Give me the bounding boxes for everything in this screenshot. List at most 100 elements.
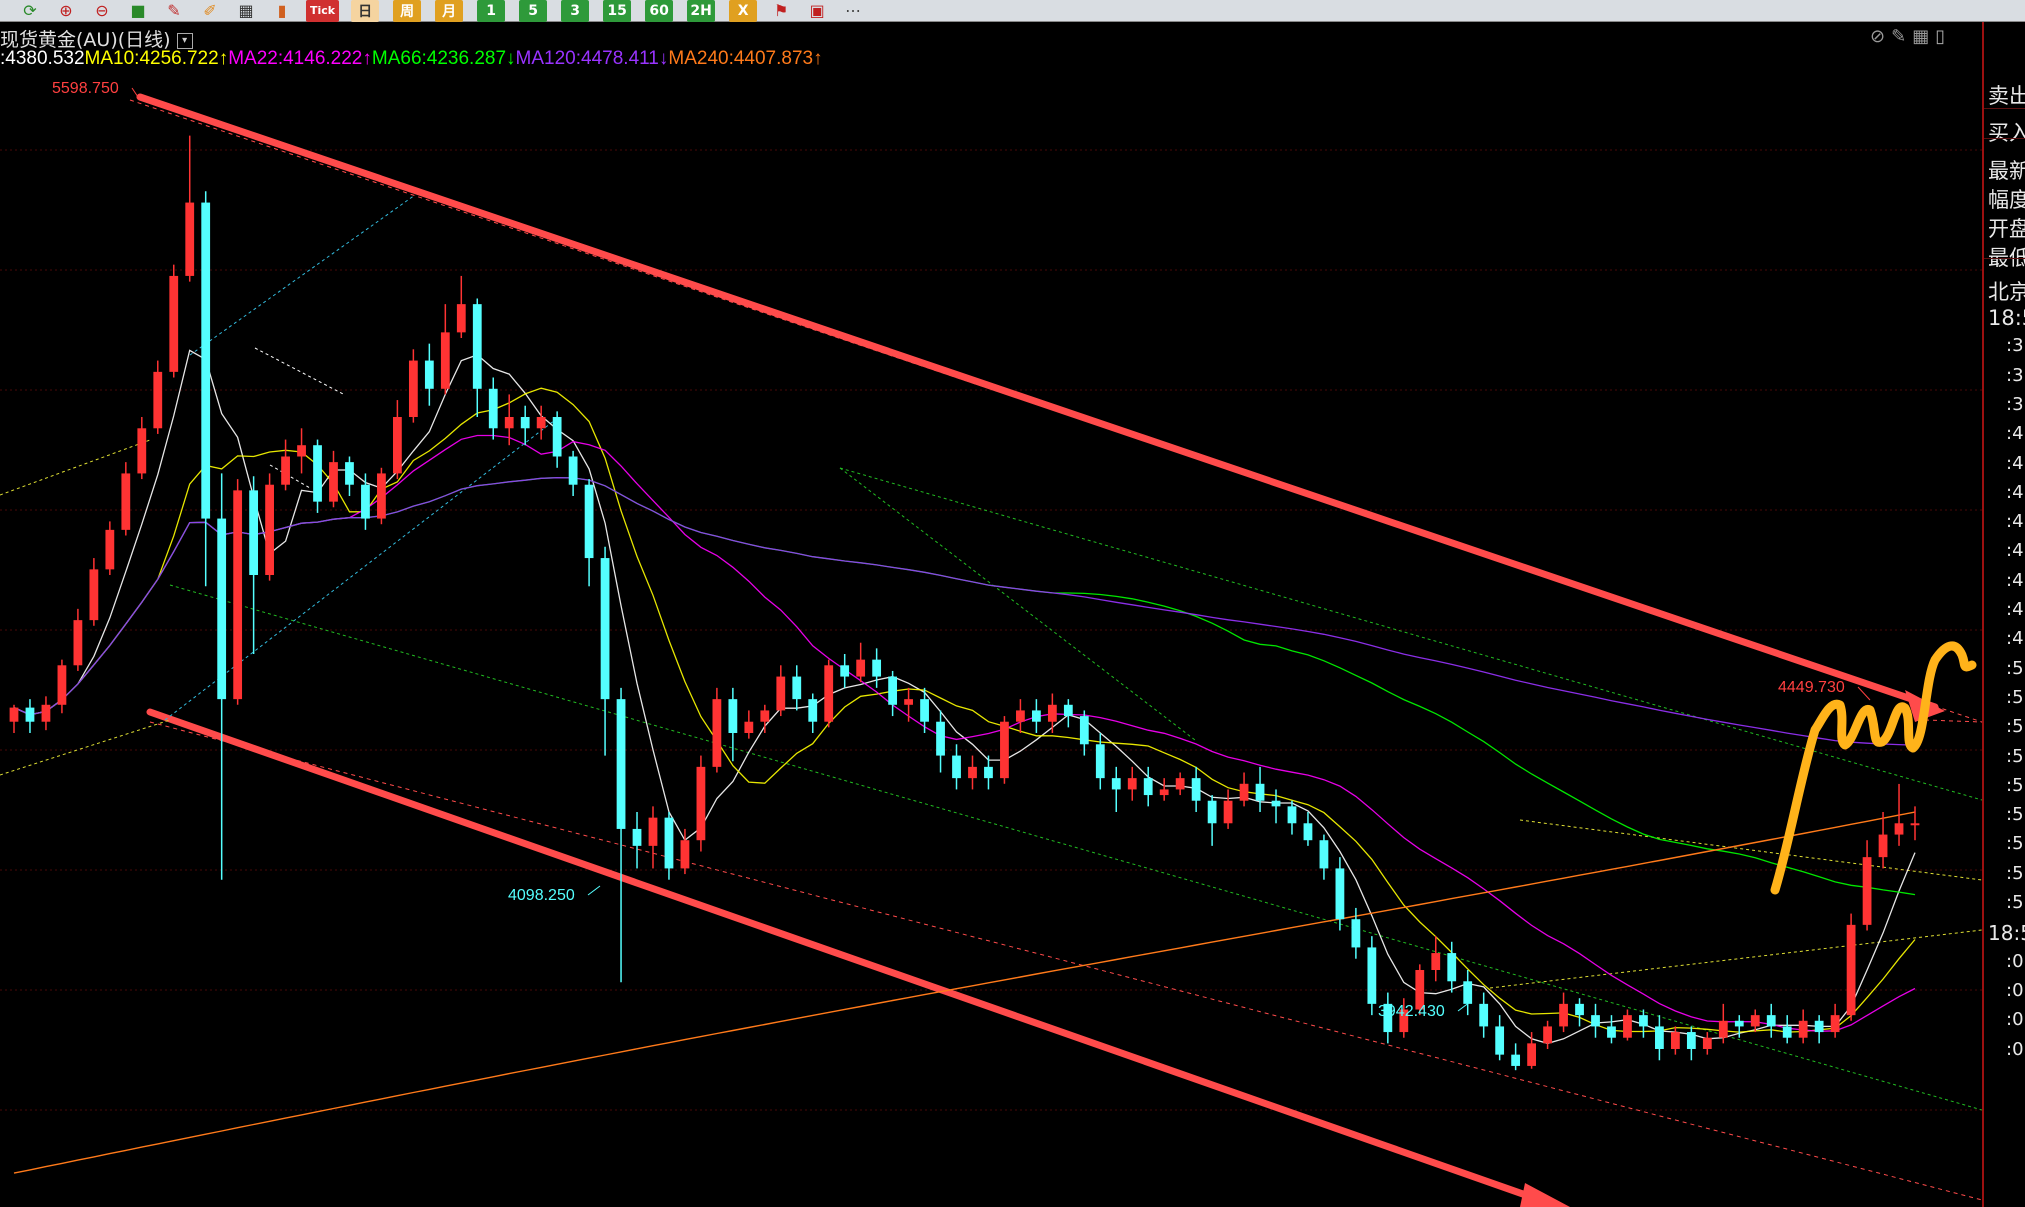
candle-body (201, 202, 211, 519)
candle-body (408, 360, 418, 417)
price-annotation-label: 3942.430 (1378, 1003, 1445, 1020)
candle-body (680, 840, 690, 869)
quote-side-panel: 卖出买入最新幅度开盘最低北京18:5:3:3:3:4:4:4:4:4:4:4:4… (1982, 22, 2025, 1207)
edit-icon[interactable]: ✎ (1891, 26, 1906, 47)
candle-body (1159, 789, 1169, 796)
zoom-in-icon[interactable]: ⊕ (54, 1, 78, 21)
period-button-7[interactable]: 60 (645, 0, 674, 22)
candle-body (1559, 1003, 1568, 1027)
period-button-5[interactable]: 3 (561, 0, 590, 22)
candle-body (1846, 924, 1856, 1016)
period-button-3[interactable]: 1 (477, 0, 506, 22)
candle-body (1639, 1015, 1648, 1027)
candle-body (744, 721, 754, 733)
candle-body (1319, 840, 1329, 869)
candle-body (1830, 1015, 1840, 1033)
tick-button[interactable]: Tick (306, 0, 340, 22)
side-panel-item: :0 (2006, 1038, 2024, 1060)
candle-body (89, 569, 99, 621)
bar-chart-icon[interactable]: ▮ (270, 1, 294, 21)
candle-body (249, 490, 259, 575)
candle-body (552, 417, 562, 457)
ma-legend-item: MA66:4236.287↓ (371, 48, 516, 69)
side-panel-item: :4 (2006, 511, 2024, 533)
period-button-1[interactable]: 周 (393, 0, 422, 22)
price-annotation-label: 4098.250 (508, 887, 575, 904)
candle-body (1016, 710, 1025, 722)
candle-body (1543, 1026, 1552, 1044)
side-panel-item: :5 (2006, 774, 2024, 796)
candlestick-chart[interactable]: 5598.750 4098.250 3942.430 4449.730 (0, 22, 1982, 1207)
grid-icon[interactable]: ▦ (1912, 26, 1929, 47)
candle-body (1463, 981, 1473, 1004)
side-panel-item: 卖出 (1988, 84, 2025, 108)
lower-channel-arrowhead (1520, 1183, 1570, 1207)
candle-body (1079, 716, 1089, 745)
period-button-8[interactable]: 2H (687, 0, 716, 22)
candle-body (984, 766, 993, 779)
refresh-icon[interactable]: ⟳ (18, 1, 42, 21)
panel-icon[interactable]: ▯ (1935, 26, 1945, 47)
candle-body (728, 699, 738, 733)
candle-body (536, 417, 546, 429)
period-button-2[interactable]: 月 (435, 0, 464, 22)
yellow-dotted-line-1 (0, 719, 171, 776)
side-panel-item: :4 (2006, 452, 2024, 474)
price-annotation-pointer (1857, 686, 1871, 701)
toolbar: ⟳ ⊕ ⊖ ■ ✎ ✐ ▦ ▮ Tick 日周月 1 5 3 15 60 2H X ⚑ ▣ ⋯ (0, 0, 2025, 22)
period-button-9[interactable]: X (729, 0, 758, 22)
candle-body (1894, 823, 1904, 835)
side-panel-item: :0 (2006, 1009, 2024, 1031)
lower-channel-line (146, 708, 1544, 1204)
green-square-icon[interactable]: ■ (126, 1, 150, 21)
ma-legend-item: :4380.532 (0, 48, 85, 69)
candle-body (440, 332, 450, 389)
candle-body (424, 360, 434, 389)
brush-icon[interactable]: ✐ (198, 1, 222, 21)
candle-body (1734, 1020, 1744, 1027)
candle-body (281, 456, 290, 485)
ma240-line (13, 811, 1916, 1174)
side-panel-item: :4 (2006, 599, 2024, 620)
candle-body (1000, 721, 1009, 779)
price-annotation-pointer (587, 885, 601, 896)
table-icon[interactable]: ▦ (234, 1, 258, 21)
candle-body (632, 828, 642, 846)
candle-body (41, 704, 51, 722)
candle-body (648, 817, 658, 846)
candle-body (185, 202, 195, 276)
side-panel-item: :5 (2006, 833, 2024, 855)
candle-body (760, 710, 770, 722)
cyan-dotted-line-1 (189, 194, 416, 356)
pen-icon[interactable]: ✎ (162, 1, 186, 21)
picture-icon[interactable]: ▣ (805, 1, 829, 21)
side-panel-item: 开盘 (1988, 217, 2025, 241)
side-panel-item: :4 (2006, 569, 2024, 591)
candle-body (137, 428, 147, 474)
candle-body (217, 518, 227, 700)
ma-legend-item: MA10:4256.722↑ (84, 48, 229, 69)
period-button-0[interactable]: 日 (351, 0, 380, 22)
candle-body (1495, 1026, 1505, 1055)
candle-body (472, 304, 482, 389)
side-panel-item: :5 (2006, 892, 2024, 913)
candle-body (696, 766, 706, 841)
period-button-4[interactable]: 5 (519, 0, 548, 22)
more-icon[interactable]: ⋯ (841, 1, 865, 21)
zoom-out-icon[interactable]: ⊖ (90, 1, 114, 21)
dropdown-icon[interactable]: ▾ (176, 32, 193, 49)
flag-icon[interactable]: ⚑ (769, 1, 793, 21)
candle-body (1175, 778, 1185, 790)
side-panel-item: :5 (2006, 716, 2024, 738)
candle-body (1047, 704, 1057, 722)
candle-body (105, 529, 115, 570)
candle-body (600, 558, 610, 700)
candle-body (1143, 778, 1153, 796)
candle-body (1670, 1032, 1680, 1049)
ma-legend: :4380.532MA10:4256.722↑MA22:4146.222↑MA6… (0, 48, 823, 70)
period-button-6[interactable]: 15 (603, 0, 632, 22)
candle-body (904, 699, 913, 705)
ma-legend-item: MA240:4407.873↑ (668, 48, 823, 69)
eye-hidden-icon[interactable]: ⊘ (1870, 26, 1885, 47)
candle-body (968, 766, 977, 779)
